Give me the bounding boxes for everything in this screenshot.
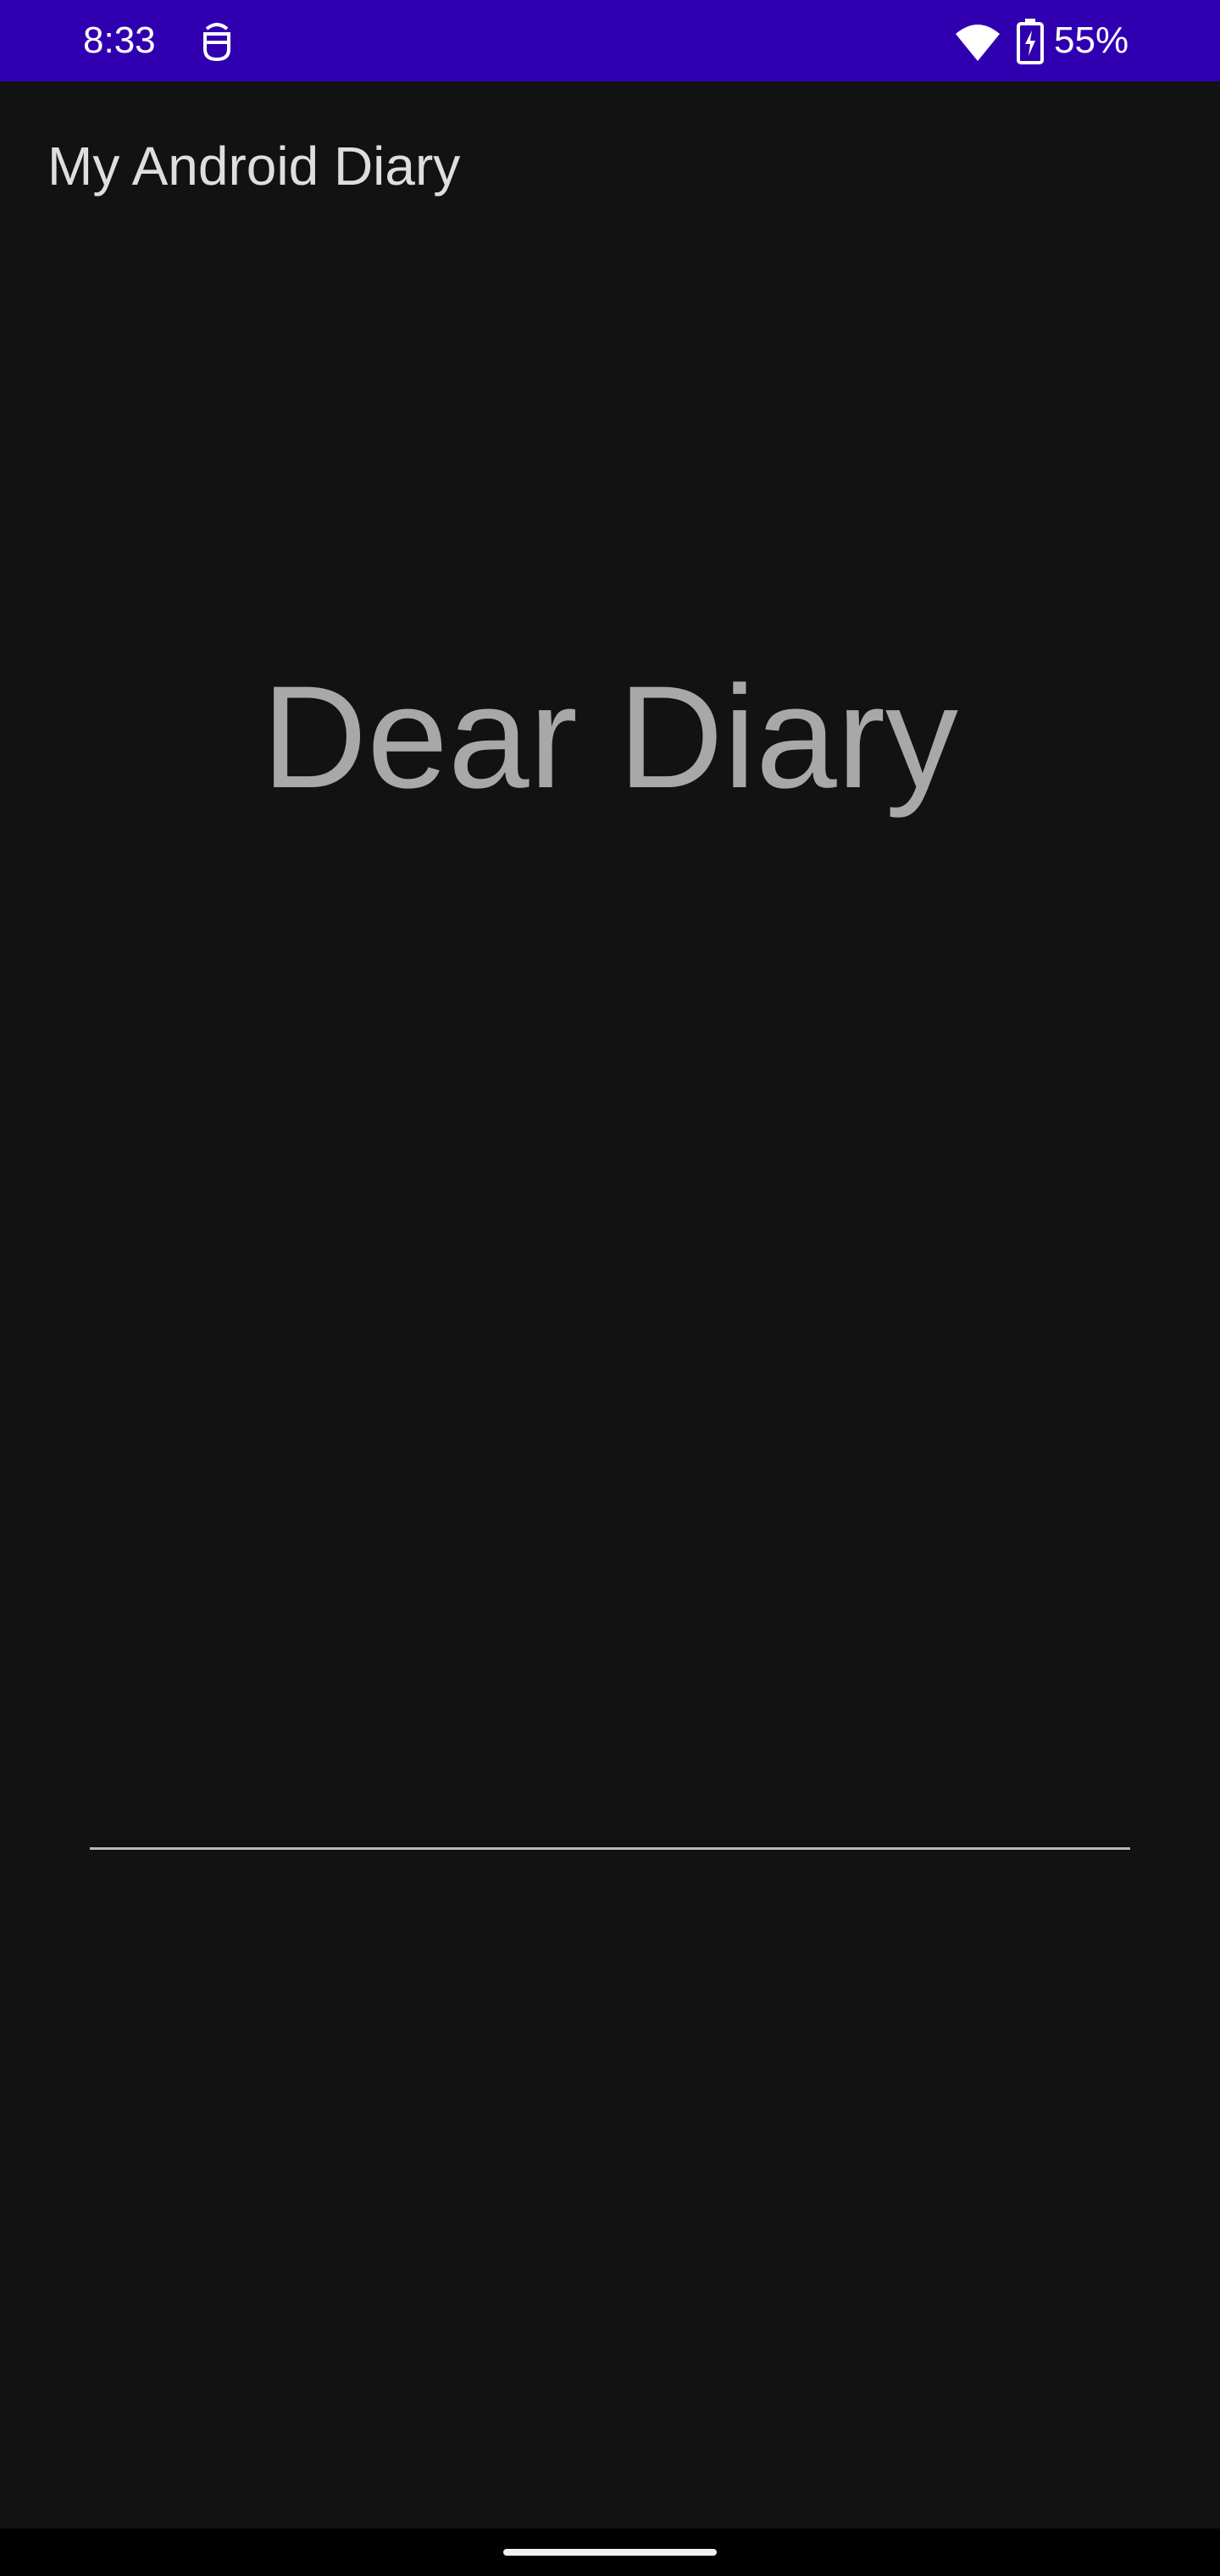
battery-charging-icon — [1017, 19, 1044, 64]
app-title: My Android Diary — [47, 136, 461, 197]
wifi-icon — [956, 25, 1000, 61]
home-gesture-handle[interactable] — [503, 2549, 717, 2556]
status-bar: 8:33 55% — [0, 0, 1220, 81]
battery-percent: 55% — [1054, 19, 1129, 61]
notification-icon — [203, 23, 230, 62]
app-bar: My Android Diary — [0, 81, 1220, 251]
navigation-bar — [0, 2529, 1220, 2576]
diary-entry-input[interactable] — [90, 1779, 1130, 1850]
diary-headline: Dear Diary — [262, 656, 958, 819]
status-time: 8:33 — [83, 19, 156, 61]
